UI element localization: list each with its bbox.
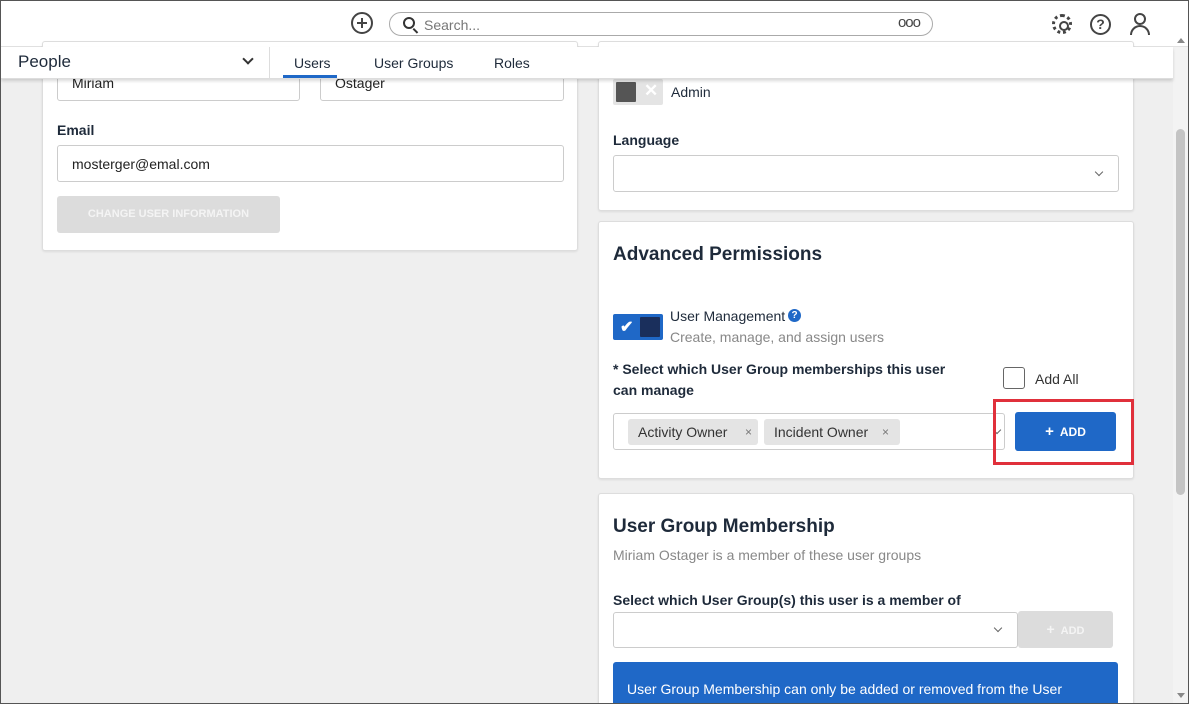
tab-roles[interactable]: Roles [494,55,530,71]
app-window: Search... ooo ? People Users User Groups… [0,0,1189,704]
manage-groups-select[interactable]: Activity Owner × Incident Owner × [613,413,1005,450]
nav-bar: People Users User Groups Roles [1,47,1173,79]
user-management-label: User Management [670,308,786,324]
user-management-toggle[interactable]: ✔ [613,314,663,340]
nav-divider [269,47,270,79]
chip-remove-icon[interactable]: × [745,425,752,439]
advanced-permissions-title: Advanced Permissions [613,244,823,265]
membership-info-banner: User Group Membership can only be added … [613,662,1118,703]
user-group-membership-card: User Group Membership Miriam Ostager is … [598,493,1134,703]
chevron-down-icon [1094,167,1104,177]
help-icon[interactable]: ? [1090,14,1111,35]
gear-icon[interactable] [1052,14,1072,34]
email-field[interactable]: mosterger@emal.com [57,145,564,182]
search-icon [403,17,415,29]
search-box[interactable]: Search... ooo [389,12,933,36]
add-circle-icon[interactable] [351,12,373,34]
membership-title: User Group Membership [613,516,835,537]
membership-select-label: Select which User Group(s) this user is … [613,592,961,608]
section-title[interactable]: People [18,52,71,72]
membership-select[interactable] [613,612,1018,648]
language-label: Language [613,132,680,148]
add-membership-button[interactable]: + ADD [1018,611,1113,648]
add-all-checkbox[interactable] [1003,367,1025,389]
admin-toggle[interactable]: ✕ [613,79,663,105]
change-user-information-button[interactable]: CHANGE USER INFORMATION [57,196,280,233]
highlight-box [993,399,1134,465]
search-input[interactable]: Search... [424,17,480,33]
membership-subtitle: Miriam Ostager is a member of these user… [613,547,922,563]
scroll-up-icon[interactable] [1177,38,1185,43]
chevron-down-icon [993,623,1003,633]
tab-user-groups[interactable]: User Groups [374,55,453,71]
active-tab-indicator [283,75,337,78]
chevron-down-icon[interactable] [242,53,254,65]
email-label: Email [57,122,95,138]
add-all-label: Add All [1035,371,1079,387]
admin-label: Admin [671,84,711,100]
help-icon[interactable]: ? [788,309,801,322]
user-management-description: Create, manage, and assign users [670,329,885,345]
scrollbar-thumb[interactable] [1176,129,1185,495]
language-select[interactable] [613,155,1119,192]
chip-incident-owner: Incident Owner [764,419,900,445]
chip-remove-icon[interactable]: × [882,425,889,439]
close-icon: ✕ [644,81,659,100]
search-options-icon[interactable]: ooo [898,14,921,31]
check-icon: ✔ [620,319,634,336]
tab-users[interactable]: Users [294,55,331,71]
user-icon[interactable] [1129,13,1151,35]
scroll-down-icon[interactable] [1177,693,1185,698]
manage-groups-label: * Select which User Group memberships th… [613,361,946,398]
chip-activity-owner: Activity Owner [628,419,758,445]
plus-icon: + [1046,621,1055,637]
